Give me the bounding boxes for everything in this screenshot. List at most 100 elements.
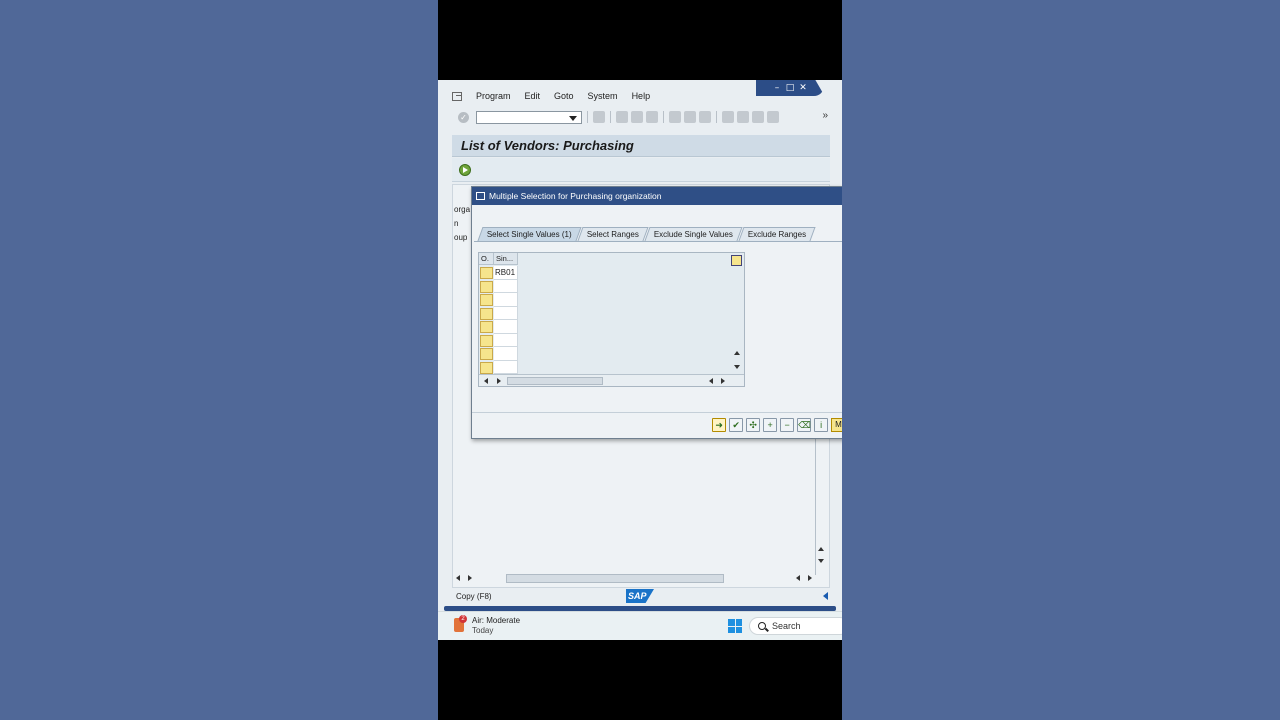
scroll-right-icon[interactable]	[468, 575, 472, 581]
cancel-icon[interactable]	[646, 111, 658, 123]
scroll-up-icon[interactable]	[818, 547, 824, 551]
menu-bar: Program Edit Goto System Help	[438, 88, 842, 104]
copy-button[interactable]: ✔	[729, 418, 744, 432]
row-option-selector[interactable]	[480, 280, 493, 293]
table-row	[479, 360, 518, 374]
vertical-scrollbar[interactable]	[815, 435, 825, 575]
menu-edit[interactable]: Edit	[525, 91, 541, 101]
scroll-down-icon[interactable]	[818, 559, 824, 563]
scroll-right-icon[interactable]	[808, 575, 812, 581]
dialog-icon	[476, 192, 485, 200]
menu-help[interactable]: Help	[632, 91, 651, 101]
exit-icon[interactable]	[631, 111, 643, 123]
check-entries-button[interactable]: ✣	[746, 418, 761, 432]
table-row	[479, 347, 518, 361]
menu-icon[interactable]	[452, 91, 462, 101]
execute-button[interactable]: ➜	[712, 418, 727, 432]
help-button[interactable]: i	[814, 418, 829, 432]
scroll-thumb[interactable]	[506, 574, 724, 583]
status-text: Copy (F8)	[456, 591, 492, 601]
back-icon[interactable]	[616, 111, 628, 123]
toolbar-expand-icon[interactable]: »	[822, 110, 828, 121]
tab-select-single-values[interactable]: Select Single Values (1)	[477, 227, 582, 241]
row-option-selector[interactable]	[480, 294, 493, 306]
enter-check-icon[interactable]: ✓	[458, 111, 469, 123]
scroll-right-icon[interactable]	[497, 378, 501, 384]
windows-start-icon[interactable]	[728, 619, 742, 633]
scroll-up-icon[interactable]	[734, 351, 740, 355]
single-value-cell[interactable]	[494, 360, 518, 374]
row-option-selector[interactable]	[480, 361, 493, 374]
scroll-down-icon[interactable]	[734, 365, 740, 369]
first-page-icon[interactable]	[722, 111, 734, 123]
sap-logo: SAP	[626, 589, 654, 603]
table-row	[479, 279, 518, 293]
execute-icon[interactable]	[459, 164, 471, 176]
sap-screen: – □ ✕ Program Edit Goto System Help ✓ » …	[438, 80, 842, 640]
single-value-cell[interactable]	[494, 279, 518, 293]
previous-page-icon[interactable]	[737, 111, 749, 123]
tab-exclude-single-values[interactable]: Exclude Single Values	[644, 227, 743, 241]
horizontal-scrollbar[interactable]	[452, 572, 822, 584]
single-value-cell[interactable]	[494, 306, 518, 320]
notification-badge: 2	[459, 615, 467, 623]
single-value-cell[interactable]	[494, 320, 518, 334]
save-icon[interactable]	[593, 111, 605, 123]
menu-system[interactable]: System	[588, 91, 618, 101]
column-header-option[interactable]: O.	[479, 253, 494, 265]
single-value-cell[interactable]	[494, 347, 518, 361]
print-icon[interactable]	[669, 111, 681, 123]
toolbar-separator	[610, 111, 611, 123]
scroll-thumb[interactable]	[507, 377, 603, 385]
delete-all-button[interactable]: ⌫	[797, 418, 812, 432]
find-icon[interactable]	[684, 111, 696, 123]
field-label-purchasing-group: oup	[454, 233, 468, 242]
windows-taskbar: 2 Air: Moderate Today Search	[438, 611, 842, 640]
insert-line-button[interactable]: +	[763, 418, 778, 432]
tab-exclude-ranges[interactable]: Exclude Ranges	[738, 227, 816, 241]
row-option-selector[interactable]	[480, 267, 493, 279]
values-table: O. Sin... RB01	[478, 252, 745, 387]
weather-title[interactable]: Air: Moderate	[472, 616, 520, 625]
phone-frame: – □ ✕ Program Edit Goto System Help ✓ » …	[438, 0, 842, 720]
page-title: List of Vendors: Purchasing	[461, 138, 634, 153]
dialog-button-bar: ➜ ✔ ✣ + − ⌫ i Mul	[712, 418, 842, 432]
table-horizontal-scrollbar[interactable]	[479, 374, 744, 386]
single-value-cell[interactable]: RB01	[494, 266, 518, 280]
multiple-selection-button[interactable]: Mul	[831, 418, 842, 432]
row-option-selector[interactable]	[480, 321, 493, 333]
single-value-cell[interactable]	[494, 333, 518, 347]
next-page-icon[interactable]	[752, 111, 764, 123]
column-header-single-value[interactable]: Sin...	[494, 253, 518, 265]
tab-select-ranges[interactable]: Select Ranges	[577, 227, 649, 241]
delete-line-button[interactable]: −	[780, 418, 795, 432]
row-option-selector[interactable]	[480, 334, 493, 347]
scroll-right-icon[interactable]	[721, 378, 725, 384]
row-option-selector[interactable]	[480, 307, 493, 320]
dialog-body: O. Sin... RB01	[474, 241, 842, 403]
find-next-icon[interactable]	[699, 111, 711, 123]
single-value-cell[interactable]	[494, 293, 518, 307]
table-row	[479, 306, 518, 320]
scroll-left-icon[interactable]	[456, 575, 460, 581]
status-bar: Copy (F8) SAP	[452, 587, 830, 605]
command-field[interactable]	[476, 110, 582, 124]
scroll-left-icon[interactable]	[796, 575, 800, 581]
multiple-selection-dialog: Multiple Selection for Purchasing organi…	[471, 186, 842, 439]
dialog-tabs: Select Single Values (1) Select Ranges E…	[477, 227, 816, 241]
taskbar-search[interactable]: Search	[749, 617, 842, 635]
standard-toolbar: ✓ »	[438, 108, 842, 126]
table-vertical-scrollbar[interactable]	[732, 267, 742, 371]
last-page-icon[interactable]	[767, 111, 779, 123]
menu-goto[interactable]: Goto	[554, 91, 574, 101]
menu-program[interactable]: Program	[476, 91, 511, 101]
field-label-purchasing-org: orga	[454, 205, 471, 214]
table-row	[479, 320, 518, 334]
scroll-left-icon[interactable]	[484, 378, 488, 384]
row-option-selector[interactable]	[480, 348, 493, 360]
table-settings-icon[interactable]	[731, 255, 742, 266]
status-collapse-icon[interactable]	[823, 592, 828, 600]
scroll-left-icon[interactable]	[709, 378, 713, 384]
dialog-title: Multiple Selection for Purchasing organi…	[489, 191, 662, 201]
toolbar-separator	[587, 111, 588, 123]
